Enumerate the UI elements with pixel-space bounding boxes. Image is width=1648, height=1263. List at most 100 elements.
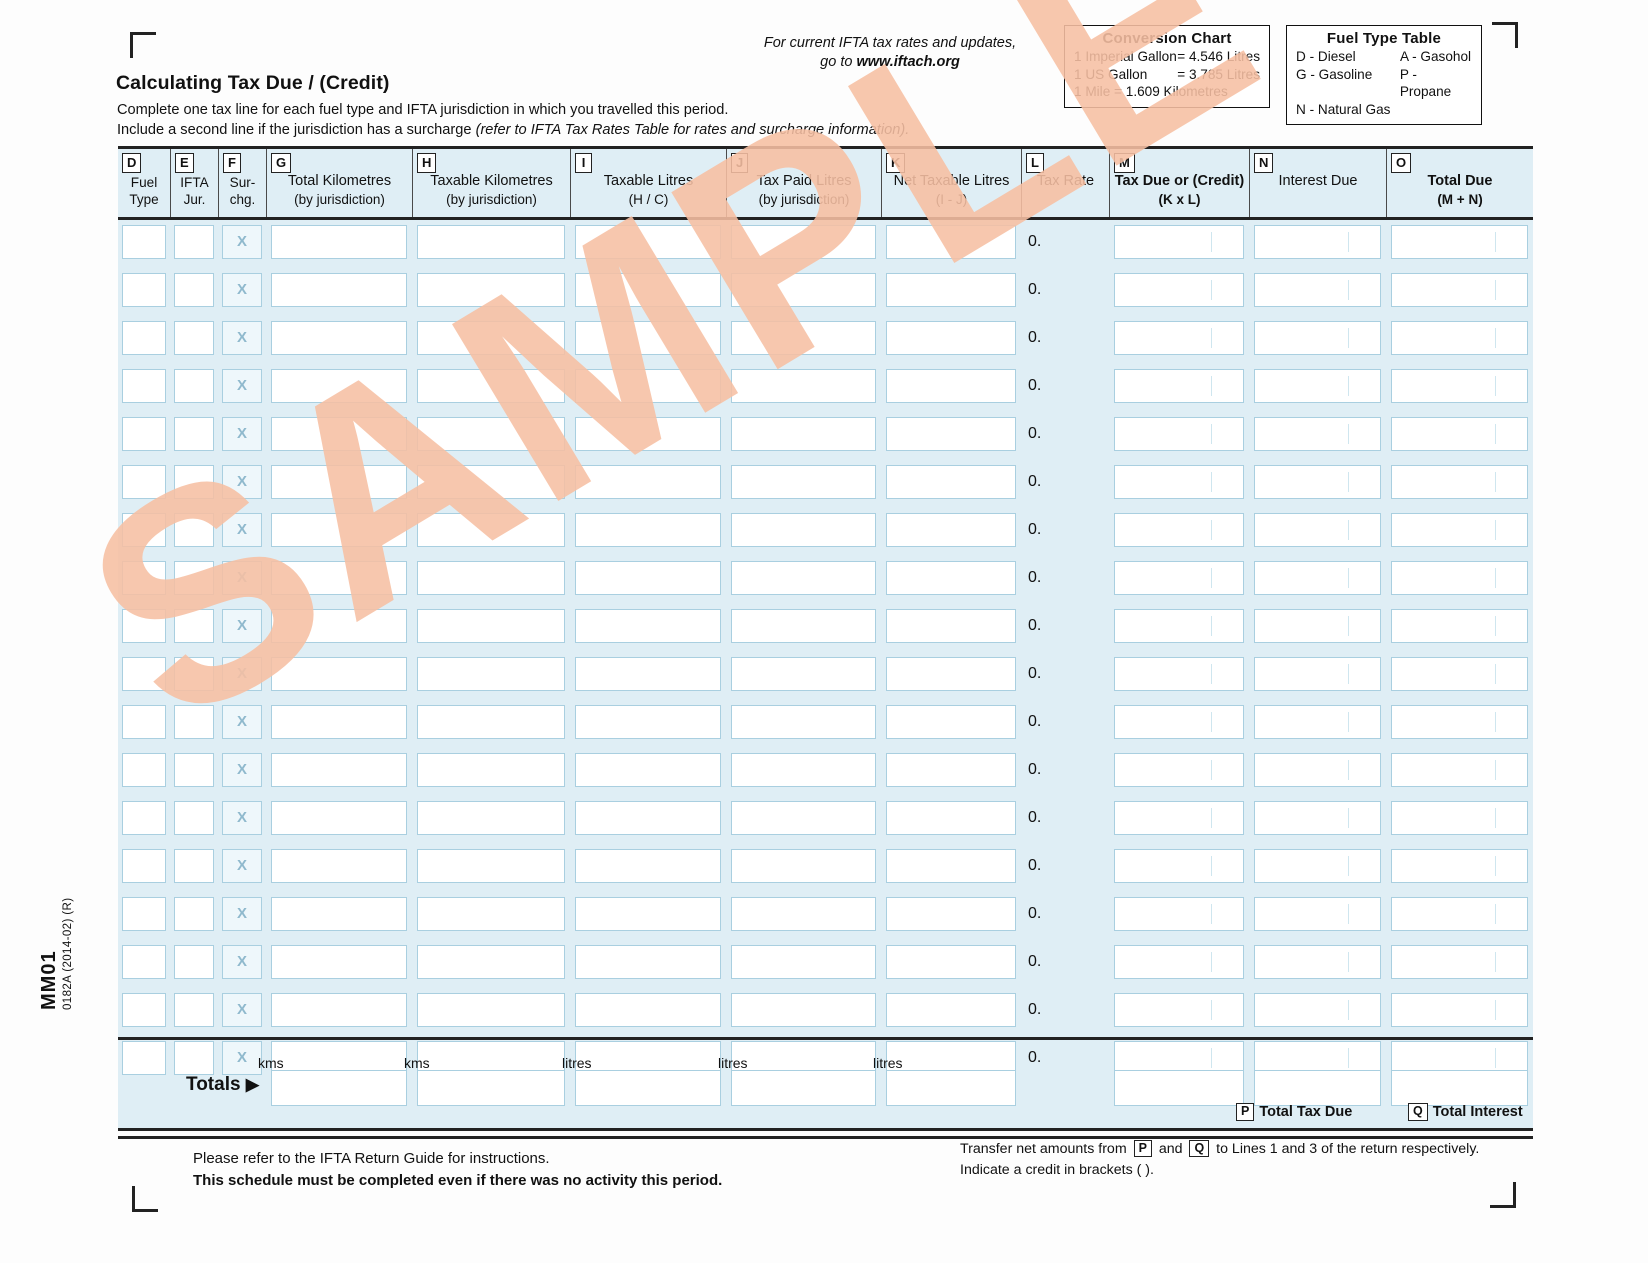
net-taxable-litres-field[interactable] [886,705,1016,739]
interest-due-field[interactable] [1254,897,1381,931]
taxable-litres-field[interactable] [575,513,721,547]
total-kilometres-field[interactable] [271,369,407,403]
total-due-field[interactable] [1391,753,1528,787]
taxable-litres-field[interactable] [575,849,721,883]
taxable-kilometres-field[interactable] [417,753,565,787]
surcharge-checkbox[interactable]: X [222,657,262,691]
taxable-litres-field[interactable] [575,801,721,835]
tax-rate-field[interactable]: 0. [1021,705,1109,739]
surcharge-checkbox[interactable]: X [222,753,262,787]
taxable-litres-field[interactable] [575,273,721,307]
fuel-type-field[interactable] [122,801,166,835]
tax-paid-litres-field[interactable] [731,657,876,691]
surcharge-checkbox[interactable]: X [222,465,262,499]
total-kilometres-field[interactable] [271,993,407,1027]
ifta-jur-field[interactable] [174,849,214,883]
tax-rate-field[interactable]: 0. [1021,897,1109,931]
ifta-jur-field[interactable] [174,465,214,499]
net-taxable-litres-field[interactable] [886,465,1016,499]
tax-paid-litres-field[interactable] [731,705,876,739]
fuel-type-field[interactable] [122,465,166,499]
ifta-jur-field[interactable] [174,657,214,691]
tax-due-field[interactable] [1114,801,1244,835]
total-kilometres-field[interactable] [271,321,407,355]
total-due-field[interactable] [1391,609,1528,643]
total-due-field[interactable] [1391,897,1528,931]
tax-rate-field[interactable]: 0. [1021,849,1109,883]
total-due-field[interactable] [1391,465,1528,499]
taxable-litres-field[interactable] [575,993,721,1027]
tax-due-field[interactable] [1114,705,1244,739]
taxable-kilometres-field[interactable] [417,609,565,643]
surcharge-checkbox[interactable]: X [222,513,262,547]
tax-paid-litres-field[interactable] [731,417,876,451]
total-kilometres-field[interactable] [271,849,407,883]
totals-taxable-kilometres[interactable] [417,1070,565,1106]
net-taxable-litres-field[interactable] [886,225,1016,259]
interest-due-field[interactable] [1254,657,1381,691]
interest-due-field[interactable] [1254,609,1381,643]
tax-paid-litres-field[interactable] [731,369,876,403]
fuel-type-field[interactable] [122,993,166,1027]
tax-paid-litres-field[interactable] [731,945,876,979]
tax-rate-field[interactable]: 0. [1021,561,1109,595]
ifta-jur-field[interactable] [174,753,214,787]
taxable-litres-field[interactable] [575,609,721,643]
fuel-type-field[interactable] [122,609,166,643]
total-due-field[interactable] [1391,705,1528,739]
tax-rate-field[interactable]: 0. [1021,993,1109,1027]
tax-due-field[interactable] [1114,657,1244,691]
total-kilometres-field[interactable] [271,417,407,451]
tax-due-field[interactable] [1114,513,1244,547]
tax-paid-litres-field[interactable] [731,993,876,1027]
ifta-jur-field[interactable] [174,273,214,307]
tax-due-field[interactable] [1114,993,1244,1027]
tax-rate-field[interactable]: 0. [1021,273,1109,307]
totals-tax-due[interactable] [1114,1070,1244,1106]
tax-paid-litres-field[interactable] [731,561,876,595]
taxable-litres-field[interactable] [575,417,721,451]
tax-paid-litres-field[interactable] [731,849,876,883]
total-due-field[interactable] [1391,849,1528,883]
fuel-type-field[interactable] [122,705,166,739]
fuel-type-field[interactable] [122,225,166,259]
tax-due-field[interactable] [1114,225,1244,259]
total-kilometres-field[interactable] [271,465,407,499]
taxable-litres-field[interactable] [575,945,721,979]
tax-rate-field[interactable]: 0. [1021,945,1109,979]
ifta-jur-field[interactable] [174,801,214,835]
taxable-kilometres-field[interactable] [417,321,565,355]
interest-due-field[interactable] [1254,945,1381,979]
total-kilometres-field[interactable] [271,945,407,979]
surcharge-checkbox[interactable]: X [222,993,262,1027]
interest-due-field[interactable] [1254,225,1381,259]
interest-due-field[interactable] [1254,369,1381,403]
taxable-litres-field[interactable] [575,753,721,787]
interest-due-field[interactable] [1254,321,1381,355]
taxable-kilometres-field[interactable] [417,465,565,499]
fuel-type-field[interactable] [122,321,166,355]
taxable-litres-field[interactable] [575,225,721,259]
fuel-type-field[interactable] [122,273,166,307]
net-taxable-litres-field[interactable] [886,417,1016,451]
total-kilometres-field[interactable] [271,897,407,931]
net-taxable-litres-field[interactable] [886,849,1016,883]
total-kilometres-field[interactable] [271,561,407,595]
taxable-kilometres-field[interactable] [417,273,565,307]
net-taxable-litres-field[interactable] [886,273,1016,307]
tax-rate-field[interactable]: 0. [1021,657,1109,691]
totals-taxable-litres[interactable] [575,1070,721,1106]
total-kilometres-field[interactable] [271,801,407,835]
tax-paid-litres-field[interactable] [731,609,876,643]
net-taxable-litres-field[interactable] [886,657,1016,691]
surcharge-checkbox[interactable]: X [222,897,262,931]
tax-due-field[interactable] [1114,273,1244,307]
tax-due-field[interactable] [1114,417,1244,451]
tax-due-field[interactable] [1114,945,1244,979]
net-taxable-litres-field[interactable] [886,513,1016,547]
total-kilometres-field[interactable] [271,657,407,691]
ifta-jur-field[interactable] [174,321,214,355]
surcharge-checkbox[interactable]: X [222,945,262,979]
ifta-jur-field[interactable] [174,561,214,595]
taxable-litres-field[interactable] [575,465,721,499]
